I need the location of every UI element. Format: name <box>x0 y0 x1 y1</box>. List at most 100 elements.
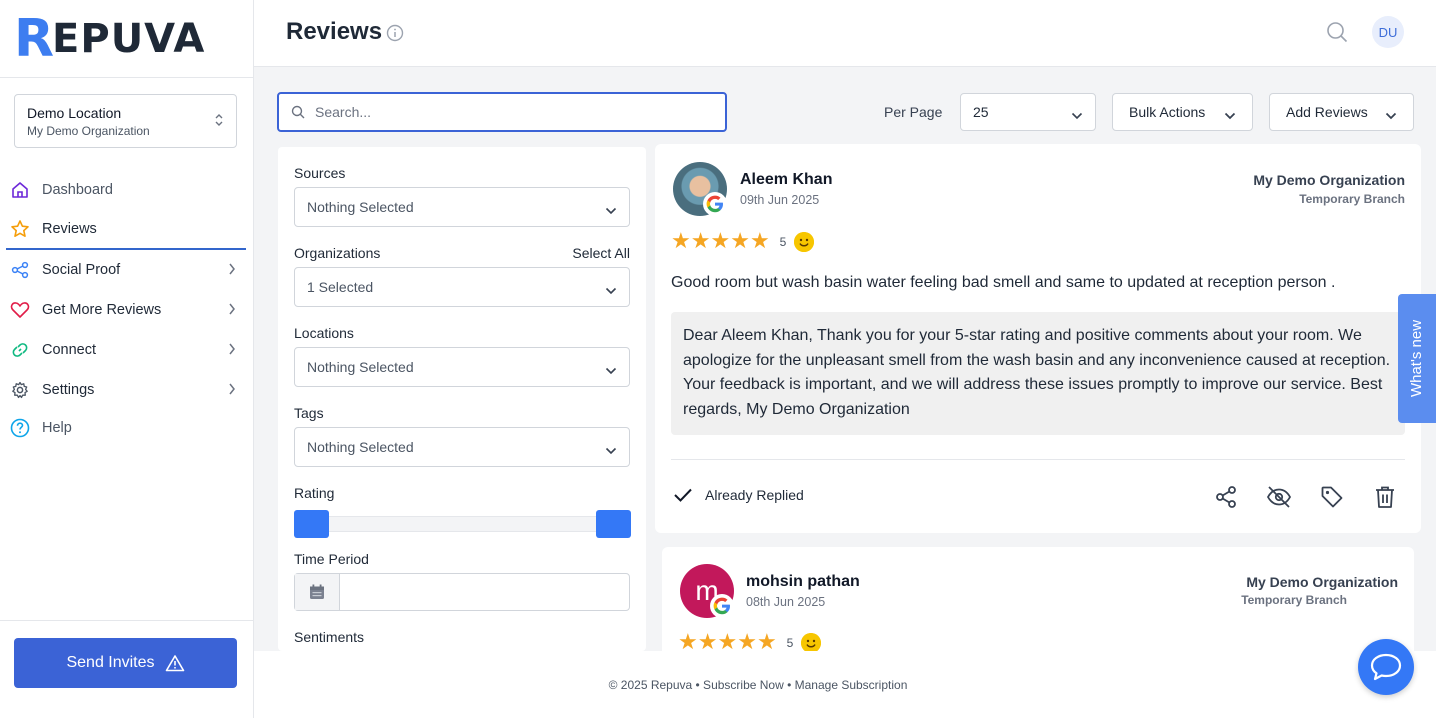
up-down-chevron-icon <box>214 111 224 132</box>
organizations-value: 1 Selected <box>307 279 374 295</box>
time-period-label: Time Period <box>294 551 369 567</box>
whats-new-label: What's new <box>1408 319 1426 398</box>
search-input[interactable] <box>315 104 695 120</box>
whats-new-tab[interactable]: What's new <box>1398 294 1436 423</box>
rating-slider-max-handle[interactable] <box>596 510 631 538</box>
rating-value: 5 <box>779 235 787 249</box>
time-period-input[interactable] <box>294 573 630 611</box>
locations-select[interactable]: Nothing Selected <box>294 347 630 387</box>
sidebar-item-label: Get More Reviews <box>42 302 162 318</box>
reviewer-name: Aleem Khan <box>740 171 833 188</box>
chevron-down-icon <box>605 282 617 298</box>
calendar-icon <box>295 574 340 610</box>
share-nodes-icon <box>10 260 30 280</box>
organizations-select[interactable]: 1 Selected <box>294 267 630 307</box>
sidebar-item-help[interactable]: Help <box>0 410 254 446</box>
star-icon: ★ <box>690 229 711 254</box>
add-reviews-label: Add Reviews <box>1286 104 1368 120</box>
user-avatar[interactable]: DU <box>1372 16 1404 48</box>
footer-text[interactable]: © 2025 Repuva • Subscribe Now • Manage S… <box>254 678 1262 692</box>
sentiments-label: Sentiments <box>294 629 365 645</box>
reply-status: Already Replied <box>673 487 804 503</box>
search-field[interactable] <box>277 92 727 132</box>
trash-icon[interactable] <box>1374 485 1396 514</box>
location-name: Demo Location <box>27 105 122 121</box>
hide-icon[interactable] <box>1266 485 1292 514</box>
rating-label: Rating <box>294 485 335 501</box>
logo-text: EPUVA <box>52 15 206 62</box>
sources-label: Sources <box>294 165 346 181</box>
sidebar-item-connect[interactable]: Connect <box>0 330 254 370</box>
search-icon <box>291 105 305 119</box>
reply-status-label: Already Replied <box>705 487 804 503</box>
home-icon <box>10 180 30 200</box>
sidebar: R EPUVA Demo Location My Demo Organizati… <box>0 0 254 718</box>
check-icon <box>674 488 692 502</box>
rating-slider-min-handle[interactable] <box>294 510 329 538</box>
star-icon: ★ <box>671 229 691 254</box>
sidebar-item-label: Connect <box>42 342 97 358</box>
sidebar-item-dashboard[interactable]: Dashboard <box>0 170 254 210</box>
sidebar-item-get-more-reviews[interactable]: Get More Reviews <box>0 290 254 330</box>
location-org: My Demo Organization <box>27 124 150 138</box>
bulk-actions-button[interactable]: Bulk Actions <box>1112 93 1253 131</box>
review-org: My Demo Organization <box>1253 172 1405 188</box>
search-icon[interactable] <box>1326 21 1348 48</box>
add-reviews-button[interactable]: Add Reviews <box>1269 93 1414 131</box>
chevron-right-icon <box>228 342 236 360</box>
sidebar-footer: Send Invites <box>0 620 254 718</box>
sidebar-item-reviews[interactable]: Reviews <box>6 210 246 250</box>
chat-button[interactable] <box>1358 639 1414 695</box>
help-circle-icon <box>10 418 30 438</box>
per-page-label: Per Page <box>884 104 943 120</box>
tag-icon[interactable] <box>1320 485 1344 514</box>
sidebar-item-settings[interactable]: Settings <box>0 370 254 410</box>
chevron-down-icon <box>1385 107 1397 123</box>
page-footer: © 2025 Repuva • Subscribe Now • Manage S… <box>254 651 1436 718</box>
star-icon: ★ <box>730 229 750 254</box>
smiley-icon <box>794 232 815 252</box>
link-icon <box>10 340 30 360</box>
bulk-actions-label: Bulk Actions <box>1129 104 1206 120</box>
warning-icon <box>165 655 184 672</box>
logo-letter: R <box>14 8 55 69</box>
info-icon[interactable] <box>386 24 404 47</box>
sidebar-item-label: Settings <box>42 382 95 398</box>
sidebar-item-social-proof[interactable]: Social Proof <box>0 250 254 290</box>
reviewer-name: mohsin pathan <box>746 573 860 590</box>
sidebar-item-label: Social Proof <box>42 262 121 278</box>
chevron-right-icon <box>228 262 236 280</box>
review-date: 09th Jun 2025 <box>740 193 820 207</box>
sidebar-nav: Dashboard Reviews Social Proof Get More … <box>0 170 254 446</box>
sources-select[interactable]: Nothing Selected <box>294 187 630 227</box>
heart-icon <box>10 300 30 320</box>
review-card: Aleem Khan 09th Jun 2025 My Demo Organiz… <box>655 144 1421 533</box>
chevron-down-icon <box>1071 107 1083 123</box>
page-title: Reviews <box>286 18 383 45</box>
location-selector[interactable]: Demo Location My Demo Organization <box>14 94 237 148</box>
review-branch: Temporary Branch <box>1299 192 1405 206</box>
per-page-value: 25 <box>973 104 989 120</box>
sidebar-item-label: Dashboard <box>42 182 113 198</box>
tags-select[interactable]: Nothing Selected <box>294 427 630 467</box>
sidebar-item-label: Reviews <box>42 221 97 237</box>
chevron-right-icon <box>228 382 236 400</box>
send-invites-label: Send Invites <box>66 654 155 671</box>
rating-value: 5 <box>786 636 794 650</box>
select-all-link[interactable]: Select All <box>572 245 630 261</box>
chevron-down-icon <box>605 442 617 458</box>
review-card: m mohsin pathan 08th Jun 2025 My Demo Or… <box>662 547 1414 657</box>
share-icon[interactable] <box>1214 485 1238 514</box>
gear-icon <box>10 380 30 400</box>
send-invites-button[interactable]: Send Invites <box>14 638 237 688</box>
logo[interactable]: R EPUVA <box>0 0 253 78</box>
tags-value: Nothing Selected <box>307 439 414 455</box>
per-page-select[interactable]: 25 <box>960 93 1096 131</box>
review-text: Good room but wash basin water feeling b… <box>671 274 1336 291</box>
smiley-icon <box>801 633 822 653</box>
chevron-down-icon <box>605 362 617 378</box>
chevron-down-icon <box>1224 107 1236 123</box>
sidebar-item-label: Help <box>42 420 72 436</box>
rating-slider-track[interactable] <box>294 516 630 532</box>
review-org: My Demo Organization <box>1246 574 1398 590</box>
